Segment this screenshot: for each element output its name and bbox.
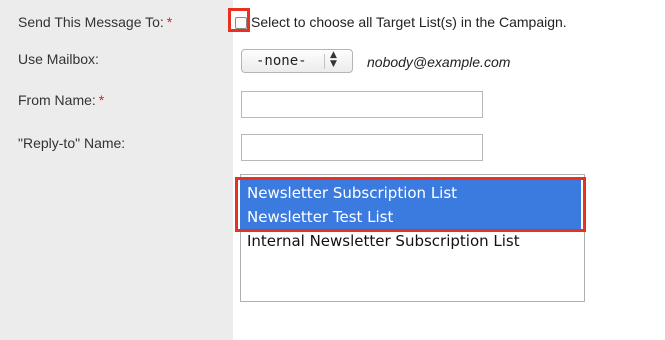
- reply-to-name-input[interactable]: [241, 134, 483, 161]
- select-arrows-icon: ▲ ▼: [330, 50, 337, 69]
- mailbox-select[interactable]: -none- ▲ ▼: [241, 49, 353, 73]
- select-all-target-lists-checkbox[interactable]: [235, 17, 247, 29]
- required-mark: *: [166, 14, 173, 30]
- from-name-input[interactable]: [241, 91, 483, 118]
- selection-highlight-frame: [235, 177, 586, 232]
- mailbox-select-value: -none-: [256, 53, 307, 69]
- mailbox-label: Use Mailbox:: [18, 51, 99, 67]
- mailbox-email: nobody@example.com: [367, 54, 511, 70]
- reply-to-label: "Reply-to" Name:: [18, 135, 126, 151]
- select-all-checkbox-label[interactable]: Select to choose all Target List(s) in t…: [251, 14, 567, 30]
- required-mark: *: [98, 92, 105, 108]
- send-to-label-text: Send This Message To:: [18, 14, 164, 30]
- send-to-label: Send This Message To: *: [18, 14, 172, 30]
- select-divider: [324, 54, 325, 69]
- from-name-label: From Name: *: [18, 92, 104, 108]
- checkbox-highlight: [228, 8, 250, 32]
- from-name-label-text: From Name:: [18, 92, 96, 108]
- target-list-option[interactable]: Internal Newsletter Subscription List: [247, 232, 520, 250]
